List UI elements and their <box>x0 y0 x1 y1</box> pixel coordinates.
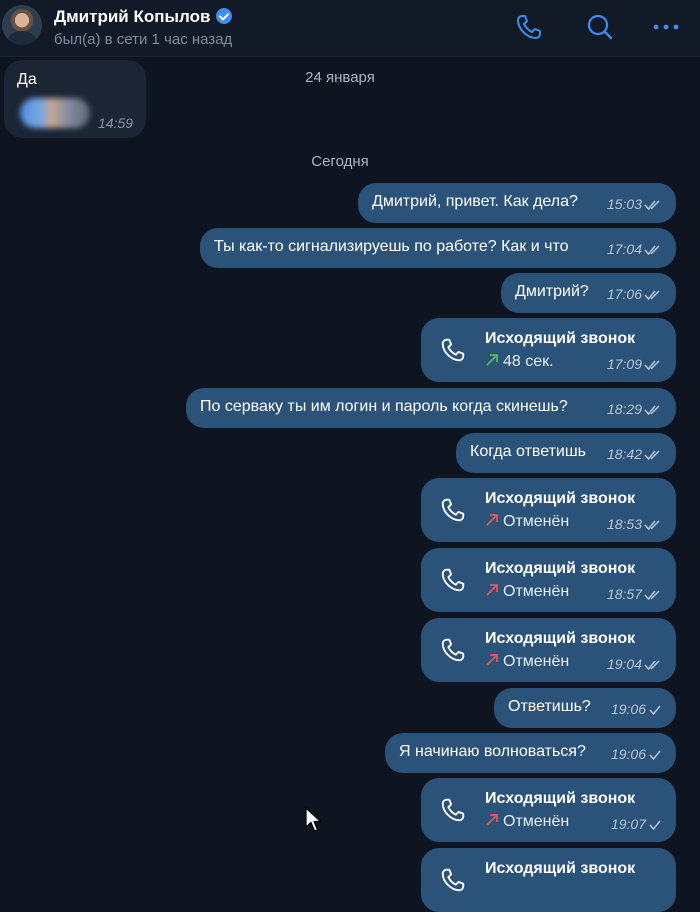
outgoing-message[interactable]: Я начинаю волноваться? 19:06 <box>385 733 676 773</box>
call-title: Исходящий звонок <box>485 860 636 877</box>
call-status: 48 сек. <box>485 353 554 371</box>
double-check-icon <box>644 360 660 371</box>
message-meta: 19:06 <box>611 701 662 717</box>
message-meta: 19:04 <box>607 656 662 672</box>
double-check-icon <box>644 200 660 211</box>
search-icon[interactable] <box>585 12 615 42</box>
outgoing-call-message[interactable]: Исходящий звонок Отменён 18:57 <box>421 548 676 612</box>
double-check-icon <box>644 660 660 671</box>
outgoing-call-message[interactable]: Исходящий звонок Отменён 18:53 <box>421 478 676 542</box>
message-meta: 18:57 <box>607 586 662 602</box>
message-meta: 18:42 <box>607 446 662 462</box>
message-time: 18:57 <box>606 586 642 602</box>
phone-call-icon <box>441 638 465 662</box>
call-title: Исходящий звонок <box>485 330 636 347</box>
mouse-cursor-icon <box>305 807 322 832</box>
outgoing-call-message[interactable]: Исходящий звонок 48 сек. 17:09 <box>421 318 676 382</box>
message-time: 14:59 <box>98 115 134 131</box>
message-time: 15:03 <box>606 196 642 212</box>
outgoing-arrow-icon <box>486 354 498 366</box>
message-time: 19:06 <box>610 746 646 762</box>
phone-call-icon <box>441 568 465 592</box>
double-check-icon <box>644 290 660 301</box>
message-time: 19:04 <box>606 656 642 672</box>
message-time: 17:09 <box>606 356 642 372</box>
message-time: 17:06 <box>606 286 642 302</box>
double-check-icon <box>644 590 660 601</box>
call-status: Отменён <box>485 583 569 601</box>
verified-badge-icon <box>216 8 233 24</box>
message-text: Дмитрий, привет. Как дела? <box>372 193 578 210</box>
cancelled-arrow-icon <box>486 514 498 526</box>
contact-name[interactable]: Дмитрий Копылов <box>54 7 233 27</box>
single-check-icon <box>649 750 661 761</box>
double-check-icon <box>644 245 660 256</box>
message-text: По серваку ты им логин и пароль когда ск… <box>200 398 568 415</box>
message-text: Когда ответишь <box>470 443 587 460</box>
outgoing-message[interactable]: Ты как-то сигнализируешь по работе? Как … <box>200 228 676 268</box>
call-status-text: 48 сек. <box>503 353 554 370</box>
phone-call-icon <box>441 498 465 522</box>
message-time: 19:07 <box>610 816 646 832</box>
message-meta: 17:04 <box>607 241 662 257</box>
last-seen-status: был(а) в сети 1 час назад <box>54 31 233 48</box>
call-status: Отменён <box>485 653 569 671</box>
cancelled-arrow-icon <box>486 584 498 596</box>
message-text: Да <box>17 71 37 88</box>
message-meta: 18:29 <box>607 401 662 417</box>
message-meta: 17:09 <box>607 356 662 372</box>
double-check-icon <box>644 405 660 416</box>
message-meta: 15:03 <box>607 196 662 212</box>
date-separator: 24 января <box>305 69 375 86</box>
message-meta: 19:06 <box>611 746 662 762</box>
message-time: 18:53 <box>606 516 642 532</box>
call-status-text: Отменён <box>503 583 570 600</box>
message-meta: 19:07 <box>611 816 662 832</box>
outgoing-message[interactable]: Дмитрий, привет. Как дела? 15:03 <box>358 183 676 223</box>
message-text: Ответишь? <box>508 698 591 715</box>
call-title: Исходящий звонок <box>485 560 636 577</box>
message-time: 18:29 <box>606 401 642 417</box>
phone-call-icon <box>441 798 465 822</box>
contact-name-text: Дмитрий Копылов <box>54 7 211 26</box>
message-text: Я начинаю волноваться? <box>399 743 586 760</box>
message-time: 18:42 <box>606 446 642 462</box>
cancelled-arrow-icon <box>486 654 498 666</box>
call-status-text: Отменён <box>503 513 570 530</box>
message-text: Ты как-то сигнализируешь по работе? Как … <box>214 238 569 255</box>
incoming-message[interactable]: Да 14:59 <box>4 60 146 138</box>
blurred-voice-attachment[interactable] <box>20 98 90 128</box>
phone-icon[interactable] <box>514 12 544 42</box>
single-check-icon <box>649 705 661 716</box>
outgoing-message[interactable]: Когда ответишь 18:42 <box>456 433 676 473</box>
more-icon[interactable] <box>651 12 681 42</box>
phone-call-icon <box>441 338 465 362</box>
single-check-icon <box>649 820 661 831</box>
cancelled-arrow-icon <box>486 814 498 826</box>
outgoing-call-message[interactable]: Исходящий звонок Отменён 19:04 <box>421 618 676 682</box>
phone-call-icon <box>441 868 465 892</box>
chat-header: Дмитрий Копылов был(а) в сети 1 час наза… <box>0 0 700 57</box>
call-status-text: Отменён <box>503 653 570 670</box>
call-title: Исходящий звонок <box>485 630 636 647</box>
outgoing-call-message[interactable]: Исходящий звонок Отменён 19:07 <box>421 778 676 842</box>
message-time: 19:06 <box>610 701 646 717</box>
message-time: 17:04 <box>606 241 642 257</box>
call-status: Отменён <box>485 513 569 531</box>
call-status-text: Отменён <box>503 813 570 830</box>
call-title: Исходящий звонок <box>485 490 636 507</box>
outgoing-message[interactable]: По серваку ты им логин и пароль когда ск… <box>186 388 676 428</box>
call-status: Отменён <box>485 813 569 831</box>
call-title: Исходящий звонок <box>485 790 636 807</box>
date-separator-today: Сегодня <box>311 153 369 170</box>
message-text: Дмитрий? <box>515 283 589 300</box>
message-meta: 18:53 <box>607 516 662 532</box>
outgoing-call-message[interactable]: Исходящий звонок <box>421 848 676 912</box>
avatar[interactable] <box>2 5 42 45</box>
message-meta: 17:06 <box>607 286 662 302</box>
outgoing-message[interactable]: Ответишь? 19:06 <box>494 688 676 728</box>
outgoing-message[interactable]: Дмитрий? 17:06 <box>501 273 676 313</box>
double-check-icon <box>644 450 660 461</box>
double-check-icon <box>644 520 660 531</box>
